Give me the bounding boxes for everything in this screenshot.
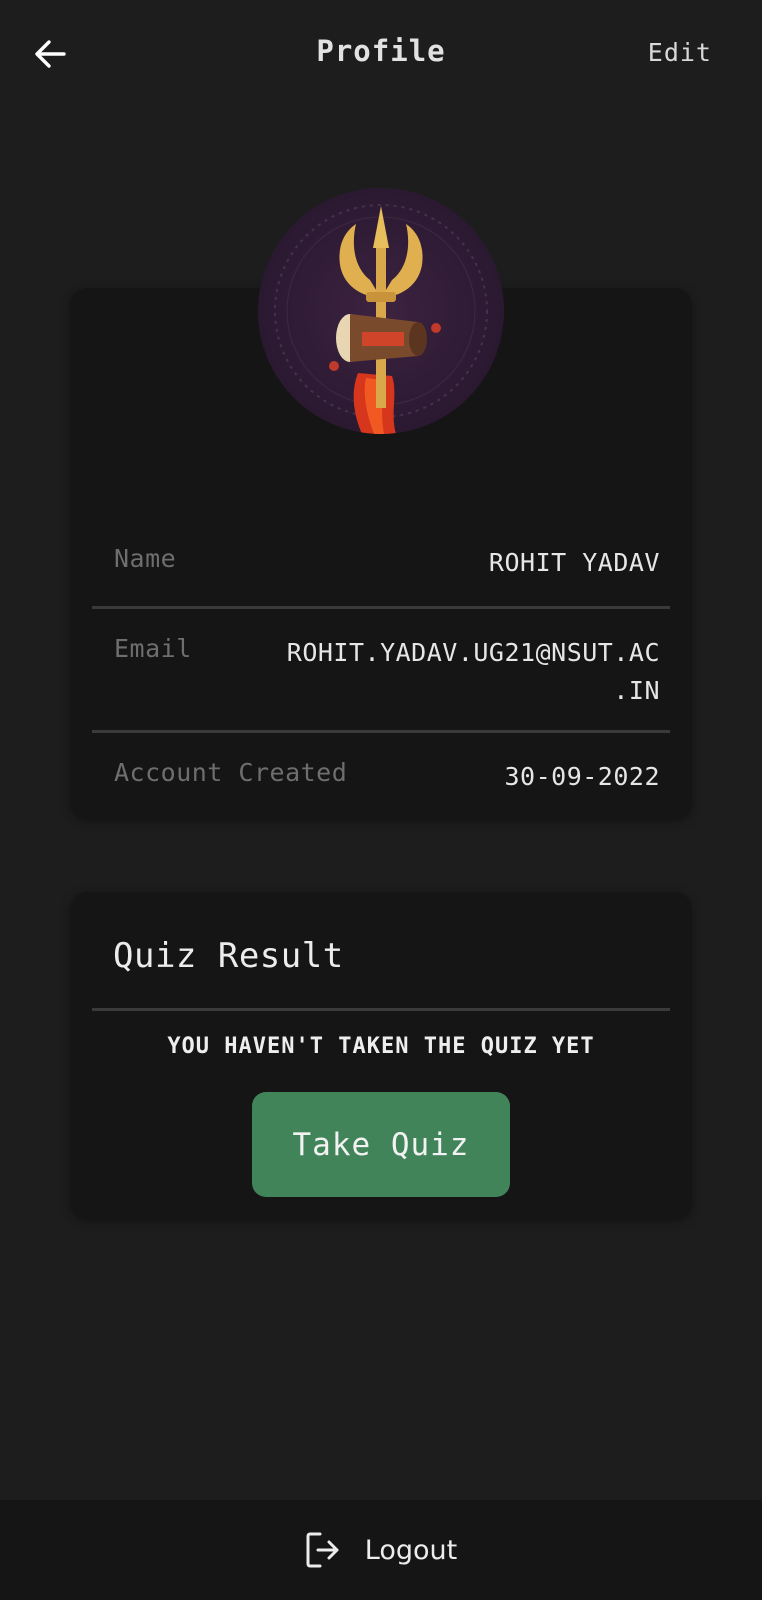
avatar [258, 188, 504, 434]
divider [92, 606, 670, 609]
edit-button[interactable]: Edit [648, 38, 712, 67]
divider [92, 730, 670, 733]
divider [92, 1008, 670, 1011]
top-bar: Profile Edit [0, 0, 762, 110]
email-value-line1: ROHIT.YADAV.UG21@NSUT.AC [286, 638, 660, 667]
account-created-label: Account Created [114, 758, 348, 787]
email-value-line2: .IN [613, 676, 660, 705]
quiz-result-title: Quiz Result [113, 936, 344, 976]
quiz-status-message: YOU HAVEN'T TAKEN THE QUIZ YET [167, 1034, 595, 1059]
logout-label: Logout [364, 1534, 458, 1566]
trishul-damru-icon [274, 204, 488, 434]
name-value: ROHIT YADAV [488, 548, 660, 577]
email-row: Email ROHIT.YADAV.UG21@NSUT.AC .IN [92, 634, 670, 714]
logout-icon [306, 1532, 339, 1568]
bottom-bar: Logout [0, 1500, 762, 1600]
account-created-value: 30-09-2022 [504, 762, 660, 791]
name-row: Name ROHIT YADAV [92, 544, 670, 588]
take-quiz-button[interactable]: Take Quiz [252, 1092, 510, 1197]
email-value: ROHIT.YADAV.UG21@NSUT.AC .IN [287, 634, 660, 710]
logout-button[interactable]: Logout [0, 1500, 762, 1600]
quiz-result-card: Quiz Result YOU HAVEN'T TAKEN THE QUIZ Y… [70, 892, 692, 1220]
account-created-row: Account Created 30-09-2022 [92, 758, 670, 802]
email-label: Email [114, 634, 192, 663]
name-label: Name [114, 544, 177, 573]
